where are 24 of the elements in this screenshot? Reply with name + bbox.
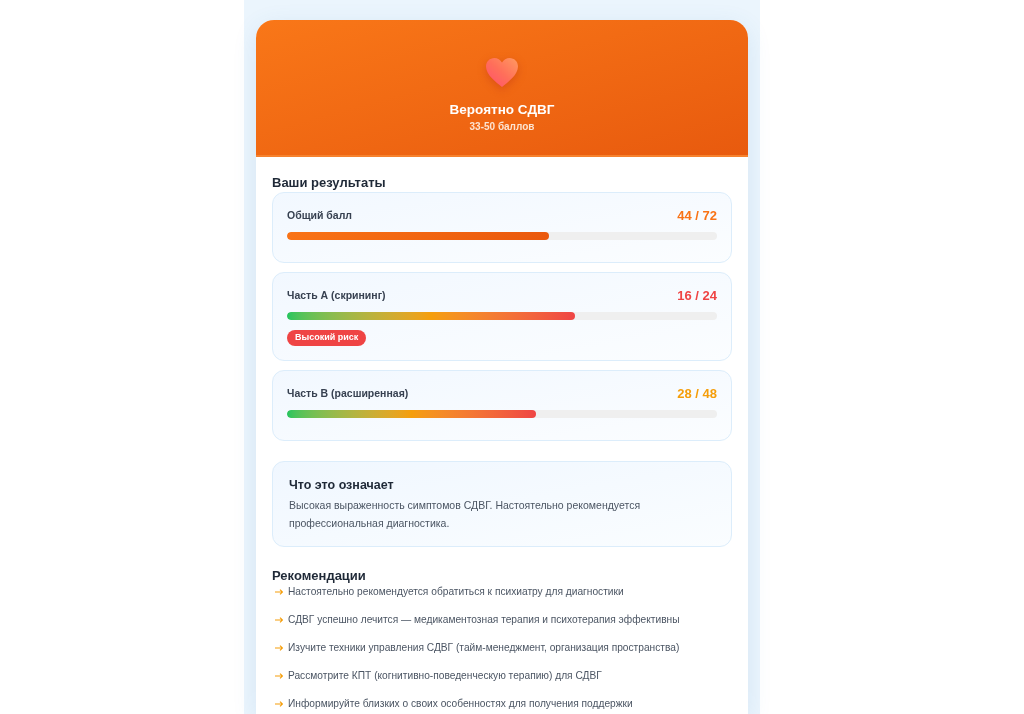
score-value: 28 / 48 [677,385,717,404]
score-value: 16 / 24 [677,287,717,306]
score-label: Часть А (скрининг) [287,288,386,304]
score-label: Часть В (расширенная) [287,386,409,402]
section-heading: Ваши результаты [272,175,387,191]
recommendation-text: Настоятельно рекомендуется обратиться к психиатру для диагностики [288,585,624,600]
result-subtitle: 33-50 баллов [469,120,535,134]
score-label: Общий балл [287,208,352,224]
meaning-text: Высокая выраженность симптомов СДВГ. Настоятельно рекомендуется профессиональная диагностика. [289,498,642,531]
arrow-right-icon [275,645,283,651]
recommendation-text: Изучите техники управления СДВГ (тайм-менеджмент, организация пространства) [288,641,680,656]
score-value: 44 / 72 [677,207,717,226]
arrow-right-icon [275,589,283,595]
recommendation-text: СДВГ успешно лечится — медикаментозная терапия и психотерапия эффективны [288,613,680,628]
arrow-right-icon [275,617,283,623]
heart-icon [486,58,518,87]
recommendation-text: Информируйте близких о своих особенностях для получения поддержки [288,697,633,712]
section-heading: Рекомендации [272,568,367,584]
risk-badge: Высокий риск [287,330,367,346]
result-title: Вероятно СДВГ [449,101,555,119]
meaning-title: Что это означает [289,477,395,493]
arrow-right-icon [275,673,283,679]
arrow-right-icon [275,701,283,707]
recommendation-text: Рассмотрите КПТ (когнитивно-поведенческую терапию) для СДВГ [288,669,602,684]
